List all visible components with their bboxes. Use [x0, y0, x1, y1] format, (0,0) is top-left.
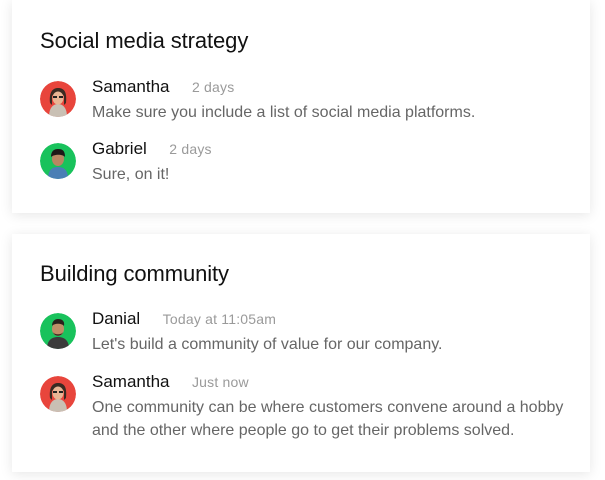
- comment-author[interactable]: Samantha: [92, 372, 170, 391]
- comment-text: One community can be where customers con…: [92, 399, 564, 439]
- comment-author[interactable]: Samantha: [92, 77, 170, 96]
- comment-timestamp: 2 days: [191, 79, 235, 95]
- comment-timestamp: Today at 11:05am: [162, 311, 277, 327]
- comment-author[interactable]: Gabriel: [92, 139, 147, 158]
- comment-text: Make sure you include a list of social m…: [92, 104, 476, 121]
- comment-text: Sure, on it!: [92, 166, 170, 183]
- comment-timestamp: Just now: [191, 374, 249, 390]
- avatar[interactable]: [40, 81, 76, 117]
- comment-author[interactable]: Danial: [92, 309, 140, 328]
- avatar[interactable]: [40, 143, 76, 179]
- thread-card: Social media strategy Samantha 2 days Ma…: [12, 0, 590, 213]
- comment-timestamp: 2 days: [169, 141, 212, 157]
- thread-title: Social media strategy: [40, 28, 249, 53]
- avatar[interactable]: [40, 376, 76, 412]
- thread-title: Building community: [40, 261, 229, 286]
- comment-text: Let's build a community of value for our…: [92, 336, 443, 353]
- thread-card: Building community Danial Today at 11:05…: [12, 234, 590, 472]
- avatar[interactable]: [40, 313, 76, 349]
